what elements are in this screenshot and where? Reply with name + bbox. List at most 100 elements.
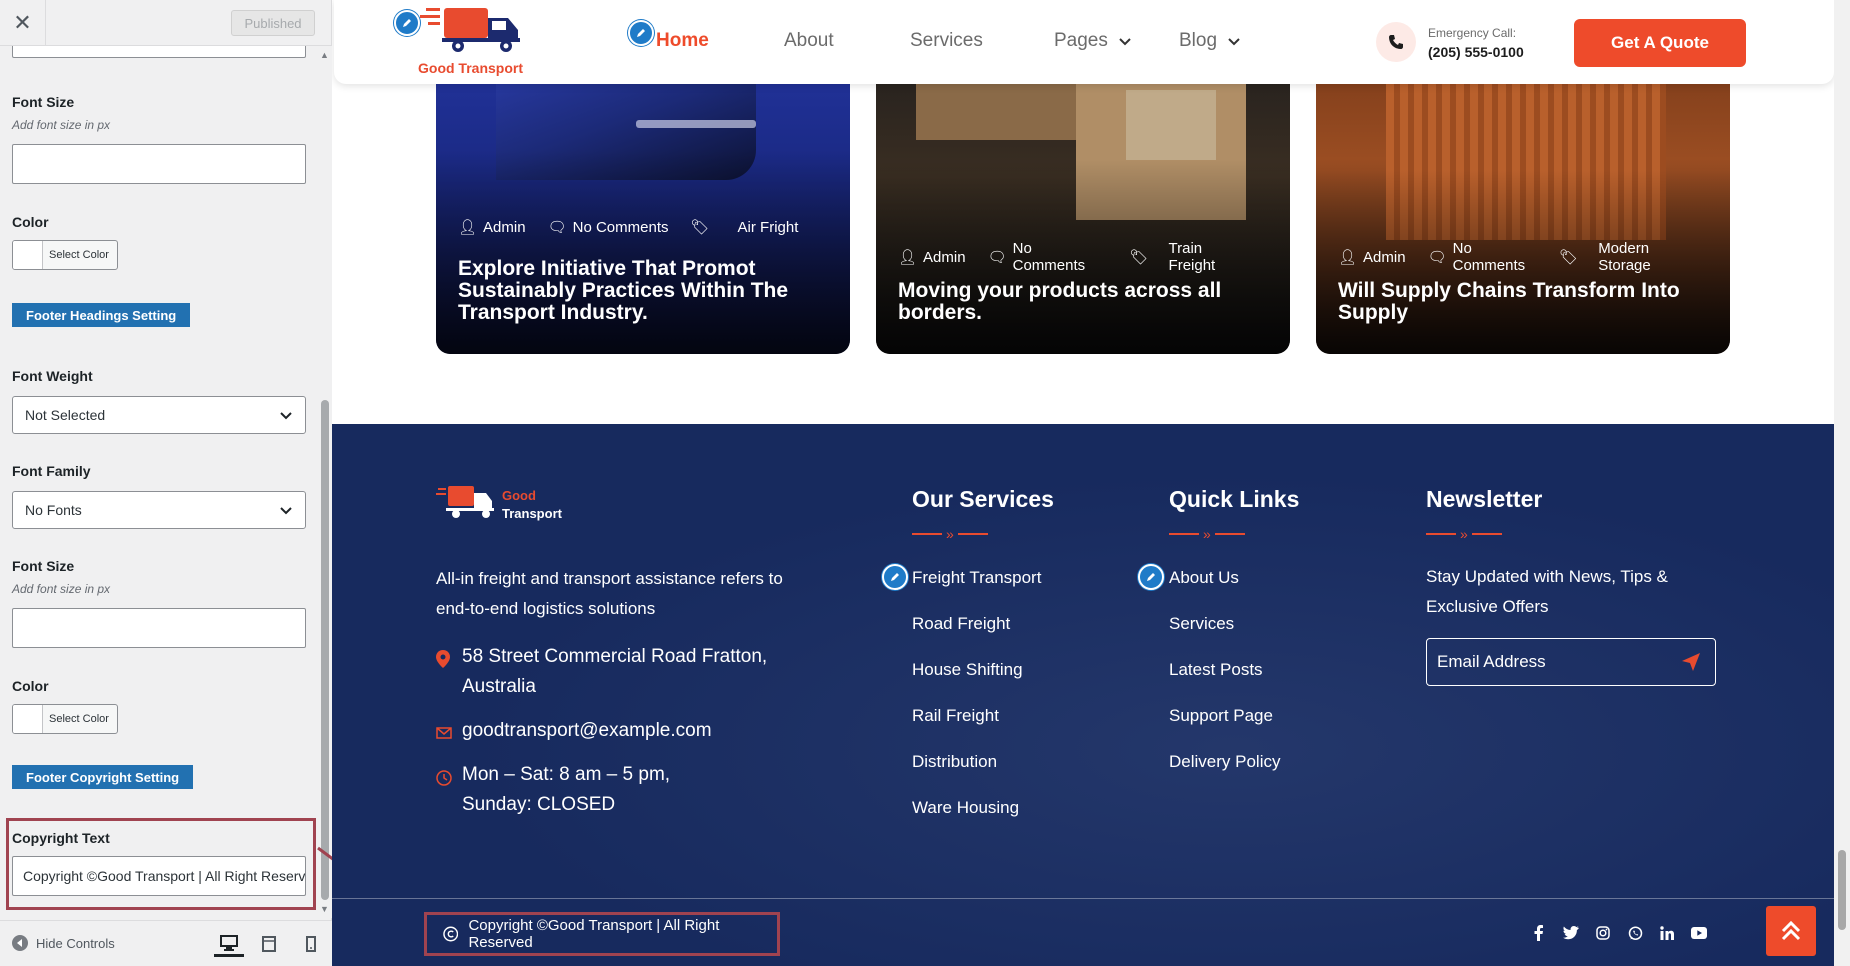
- preview-scrollbar-thumb[interactable]: [1838, 850, 1846, 930]
- tablet-icon[interactable]: [254, 931, 284, 957]
- user-icon: 👤︎: [898, 249, 918, 266]
- nav-pages-label: Pages: [1054, 30, 1108, 51]
- footer-newsletter-heading: Newsletter: [1426, 486, 1543, 512]
- font-size-input-2[interactable]: [12, 608, 306, 648]
- font-size-field-2: Font Size Add font size in px: [12, 558, 306, 648]
- post-title[interactable]: Explore Initiative That Promot Sustainab…: [458, 258, 830, 324]
- get-a-quote-button[interactable]: Get A Quote: [1574, 19, 1746, 67]
- footer-service-link[interactable]: House Shifting: [912, 660, 1023, 680]
- published-button[interactable]: Published: [231, 10, 315, 36]
- field-label: Font Size: [12, 94, 75, 110]
- truck-logo-icon: [436, 486, 494, 518]
- chevron-down-icon: [1228, 38, 1240, 46]
- field-label: Color: [12, 678, 49, 694]
- nav-services[interactable]: Services: [910, 30, 983, 52]
- footer-hours: Mon – Sat: 8 am – 5 pm, Sunday: CLOSED: [462, 764, 671, 815]
- back-to-top-button[interactable]: [1766, 906, 1816, 956]
- box-label: [1126, 90, 1216, 160]
- chevron-down-icon: [280, 412, 292, 420]
- post-author[interactable]: Admin: [923, 249, 966, 266]
- hide-controls-label: Hide Controls: [36, 935, 115, 951]
- select-color-button-2[interactable]: Select Color: [12, 704, 118, 734]
- youtube-icon[interactable]: [1688, 923, 1710, 943]
- emergency-phone[interactable]: (205) 555-0100: [1428, 44, 1524, 60]
- post-title[interactable]: Will Supply Chains Transform Into Supply: [1338, 280, 1710, 324]
- post-comments[interactable]: No Comments: [1013, 240, 1108, 274]
- font-size-input[interactable]: [12, 144, 306, 184]
- mobile-icon[interactable]: [296, 931, 326, 957]
- footer-copyright-setting-section[interactable]: Footer Copyright Setting: [12, 765, 194, 789]
- close-icon[interactable]: ✕: [0, 0, 46, 46]
- heading-decoration: »: [1169, 526, 1245, 542]
- user-icon: 👤︎: [458, 219, 478, 236]
- copyright-field-highlight: [6, 818, 316, 910]
- tag-icon: 🏷︎: [690, 219, 710, 236]
- edit-badge[interactable]: [1138, 564, 1164, 590]
- font-weight-select[interactable]: Not Selected: [12, 396, 306, 434]
- chevron-down-icon: [1119, 38, 1131, 46]
- footer-service-link[interactable]: Road Freight: [912, 614, 1010, 634]
- post-author[interactable]: Admin: [1363, 249, 1406, 266]
- whatsapp-icon[interactable]: [1624, 923, 1646, 943]
- post-meta: 👤︎ Admin 🗨︎ No Comments 🏷︎ Modern Storage: [1338, 240, 1708, 274]
- facebook-icon[interactable]: [1528, 923, 1550, 943]
- footer-quick-link[interactable]: Latest Posts: [1169, 660, 1263, 680]
- footer-service-link[interactable]: Freight Transport: [912, 568, 1041, 588]
- footer-quick-link[interactable]: Support Page: [1169, 706, 1273, 726]
- instagram-icon[interactable]: [1592, 923, 1614, 943]
- nav-about[interactable]: About: [784, 30, 834, 52]
- tag-icon: 🏷︎: [1559, 249, 1579, 266]
- site-logo[interactable]: Good Transport: [418, 4, 528, 76]
- footer-service-link[interactable]: Rail Freight: [912, 706, 999, 726]
- post-meta: 👤︎ Admin 🗨︎ No Comments 🏷︎ Air Fright: [458, 218, 828, 237]
- edit-badge[interactable]: [394, 10, 420, 36]
- customizer-footer: Hide Controls: [0, 920, 332, 966]
- hide-controls-button[interactable]: Hide Controls: [12, 935, 115, 951]
- twitter-icon[interactable]: [1560, 923, 1582, 943]
- post-category[interactable]: Train Freight: [1169, 240, 1252, 274]
- footer-logo[interactable]: Good Transport: [436, 484, 566, 534]
- footer-quick-link[interactable]: Services: [1169, 614, 1234, 634]
- select-color-button[interactable]: Select Color: [12, 240, 118, 270]
- post-category[interactable]: Air Fright: [738, 219, 799, 236]
- newsletter-text: Stay Updated with News, Tips & Exclusive…: [1426, 567, 1668, 616]
- footer-quick-link[interactable]: About Us: [1169, 568, 1239, 588]
- footer-email[interactable]: goodtransport@example.com: [462, 716, 712, 746]
- font-family-select[interactable]: No Fonts: [12, 491, 306, 529]
- scroll-up-icon[interactable]: ▲: [320, 50, 329, 60]
- edit-badge[interactable]: [628, 20, 654, 46]
- mail-icon: [436, 727, 452, 739]
- font-weight-field: Font Weight Not Selected: [12, 368, 306, 434]
- scrollbar-thumb[interactable]: [321, 400, 329, 900]
- post-comments[interactable]: No Comments: [573, 219, 669, 236]
- send-icon[interactable]: [1681, 652, 1701, 672]
- footer-service-link[interactable]: Ware Housing: [912, 798, 1019, 818]
- newsletter-email-input[interactable]: Email Address: [1426, 638, 1716, 686]
- post-comments[interactable]: No Comments: [1453, 240, 1538, 274]
- footer-service-link[interactable]: Distribution: [912, 752, 997, 772]
- post-category[interactable]: Modern Storage: [1598, 240, 1692, 274]
- pencil-icon: [891, 573, 899, 581]
- nav-home[interactable]: Home: [656, 30, 709, 52]
- post-title[interactable]: Moving your products across all borders.: [898, 280, 1270, 324]
- pencil-icon: [1147, 573, 1155, 581]
- brand-name: Good Transport: [418, 60, 523, 76]
- select-value: Not Selected: [25, 407, 106, 423]
- linkedin-icon[interactable]: [1656, 923, 1678, 943]
- customizer-header: ✕ Published: [0, 0, 331, 46]
- partial-input[interactable]: [12, 46, 306, 58]
- field-description: Add font size in px: [12, 582, 111, 596]
- footer-bottom-bar: Copyright ©Good Transport | All Right Re…: [332, 898, 1834, 966]
- edit-badge[interactable]: [882, 564, 908, 590]
- footer-quick-link[interactable]: Delivery Policy: [1169, 752, 1280, 772]
- post-author[interactable]: Admin: [483, 219, 526, 236]
- footer-links-heading: Quick Links: [1169, 486, 1300, 512]
- customizer-scrollbar[interactable]: ▲ ▼: [318, 46, 332, 918]
- truck-logo-icon: [420, 8, 520, 52]
- desktop-icon[interactable]: [214, 931, 244, 957]
- comment-icon: 🗨︎: [1427, 249, 1447, 266]
- nav-blog[interactable]: Blog: [1179, 30, 1241, 52]
- footer-headings-setting-section[interactable]: Footer Headings Setting: [12, 303, 191, 327]
- preview-scrollbar[interactable]: [1834, 0, 1850, 966]
- nav-pages[interactable]: Pages: [1054, 30, 1132, 52]
